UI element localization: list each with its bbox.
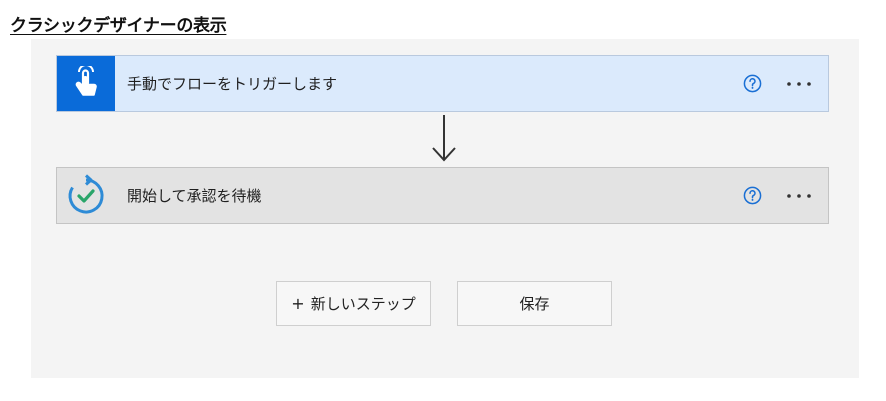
approval-step-title: 開始して承認を待機 <box>127 187 262 205</box>
trigger-step-card[interactable]: 手動でフローをトリガーします <box>56 55 829 112</box>
hand-tap-icon <box>57 56 115 111</box>
help-icon[interactable] <box>742 74 762 94</box>
save-button[interactable]: 保存 <box>457 281 612 326</box>
approval-check-icon <box>57 168 115 223</box>
flow-canvas: 手動でフローをトリガーします 開始して承認を待機 + 新しいステップ 保存 <box>31 39 859 378</box>
arrow-down-icon <box>429 113 459 165</box>
more-options-icon[interactable] <box>784 74 814 94</box>
page-title: クラシックデザイナーの表示 <box>10 16 227 36</box>
approval-step-card[interactable]: 開始して承認を待機 <box>56 167 829 224</box>
plus-icon: + <box>291 294 305 313</box>
help-icon[interactable] <box>742 186 762 206</box>
new-step-label: 新しいステップ <box>310 295 416 313</box>
trigger-step-title: 手動でフローをトリガーします <box>127 75 338 93</box>
more-options-icon[interactable] <box>784 186 814 206</box>
save-label: 保存 <box>519 295 550 313</box>
new-step-button[interactable]: + 新しいステップ <box>276 281 431 326</box>
